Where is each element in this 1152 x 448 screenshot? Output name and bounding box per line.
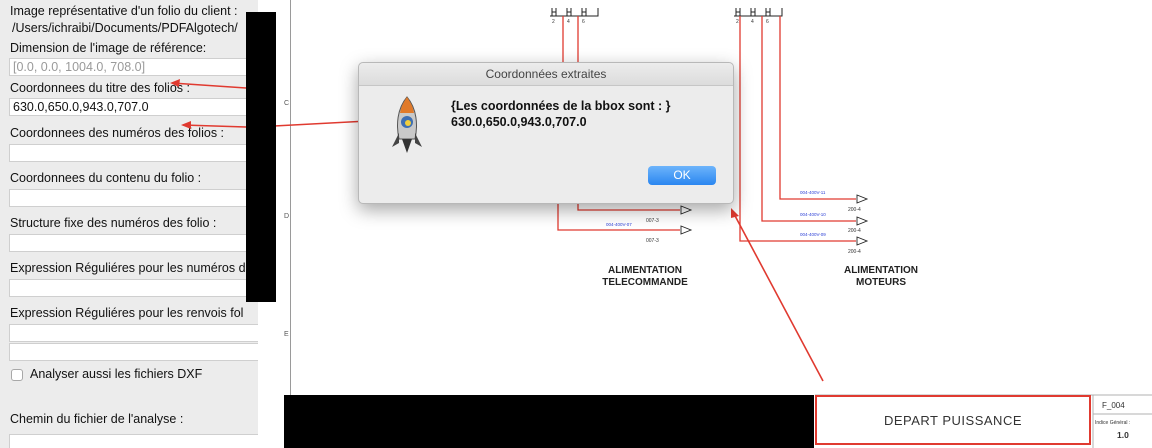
wire-tag-left-2: 004-400V-07	[606, 222, 632, 227]
ref-right-3: 200-4	[848, 249, 861, 255]
python-rocket-icon	[392, 96, 422, 153]
title-block-main-title: DEPART PUISSANCE	[815, 395, 1091, 445]
ok-button[interactable]: OK	[648, 166, 716, 185]
redacted-region-bottom	[284, 395, 814, 448]
redacted-region-left	[246, 12, 276, 302]
dialog-title: Coordonnées extraites	[359, 63, 733, 86]
caption-moteurs: ALIMENTATION MOTEURS	[826, 265, 936, 289]
dialog-message-line1: {Les coordonnées de la bbox sont : }	[451, 99, 671, 113]
title-block-version: 1.0	[1117, 430, 1129, 440]
terminal-block-right	[734, 8, 783, 17]
wire-tag-right-2: 004-400V-10	[800, 212, 826, 217]
wires-right	[739, 16, 856, 242]
terminal-number-left-2: 2	[552, 19, 555, 25]
wire-tag-right-1: 004-400V-11	[800, 190, 826, 195]
caption-telecommande-line1: ALIMENTATION	[607, 265, 683, 276]
terminal-number-left-6: 6	[582, 19, 585, 25]
ref-left-1: 007-3	[646, 218, 659, 224]
terminal-number-right-2: 2	[736, 19, 739, 25]
wire-tag-right-3: 004-400V-09	[800, 232, 826, 237]
ref-left-2: 007-3	[646, 238, 659, 244]
title-block-indice-label: Indice Général :	[1095, 420, 1131, 426]
terminal-number-right-6: 6	[766, 19, 769, 25]
title-block-folio-number: F_004	[1102, 401, 1125, 410]
coordinates-dialog: Coordonnées extraites {Les coordonnées d…	[358, 62, 734, 204]
terminal-block-left	[550, 8, 599, 17]
terminal-number-left-4: 4	[567, 19, 570, 25]
caption-moteurs-line1: ALIMENTATION	[843, 265, 919, 276]
dialog-message-line2: 630.0,650.0,943.0,707.0	[451, 115, 587, 129]
caption-telecommande: ALIMENTATION TELECOMMANDE	[590, 265, 700, 289]
caption-moteurs-line2: MOTEURS	[856, 277, 906, 288]
ref-right-2: 200-4	[848, 228, 861, 234]
caption-telecommande-line2: TELECOMMANDE	[602, 277, 688, 288]
ref-right-1: 200-4	[848, 207, 861, 213]
terminal-number-right-4: 4	[751, 19, 754, 25]
